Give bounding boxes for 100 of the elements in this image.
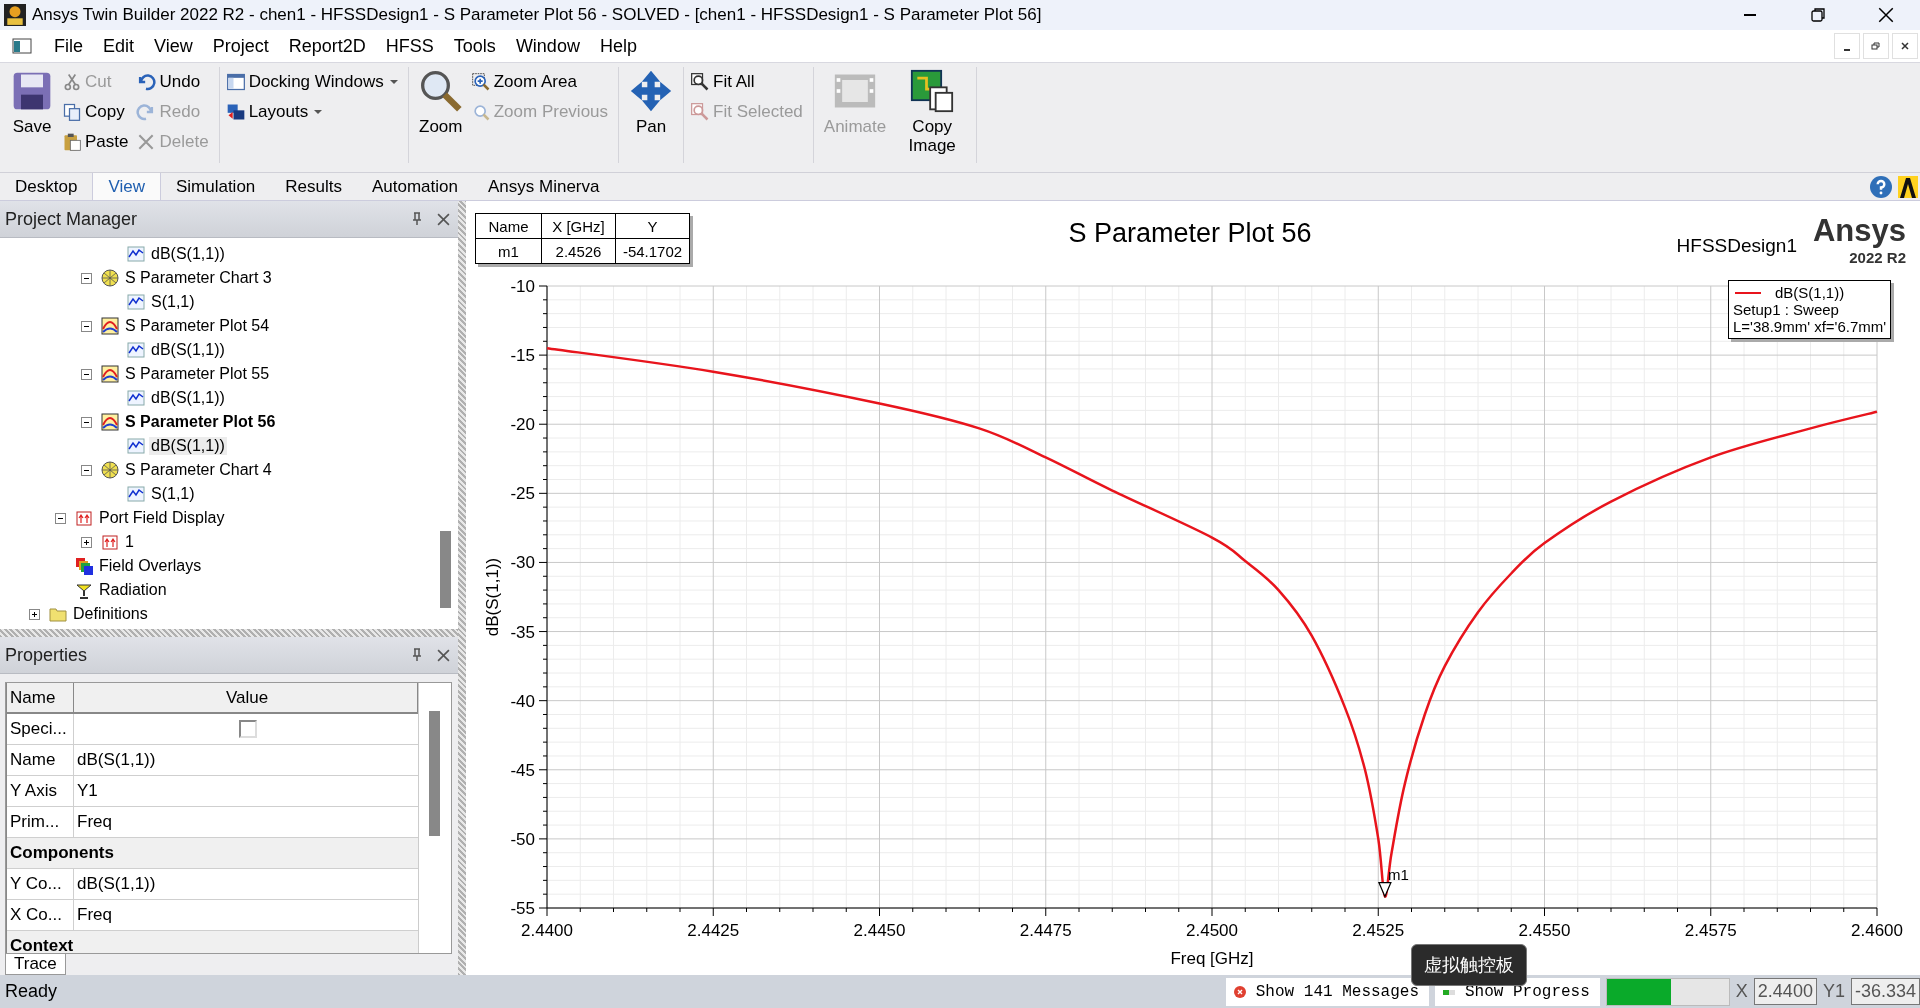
magnifier-icon [418, 69, 463, 113]
ribbon-button[interactable]: Paste [62, 127, 133, 157]
restore-icon [1871, 41, 1881, 51]
table-cell: 2.4526 [542, 239, 616, 263]
menu-item[interactable]: HFSS [375, 35, 444, 57]
folder-icon [49, 605, 67, 623]
tree-item[interactable]: dB(S(1,1)) [149, 437, 227, 455]
tree-item[interactable]: Port Field Display [97, 509, 227, 527]
tree-item[interactable]: Radiation [97, 581, 169, 599]
menu-item[interactable]: Report2D [278, 35, 376, 57]
design-name: HFSSDesign1 [1676, 235, 1797, 256]
tree-item[interactable]: Field Overlays [97, 557, 204, 575]
tree-item[interactable]: Definitions [71, 605, 150, 623]
tick-label: -30 [510, 553, 535, 573]
ribbon-tab[interactable]: Ansys Minerva [473, 173, 615, 200]
menu-item[interactable]: Tools [443, 35, 506, 57]
overlay-icon [75, 557, 93, 575]
menu-item[interactable]: File [44, 35, 93, 57]
menu-item[interactable]: Window [505, 35, 590, 57]
tick-label: -45 [510, 760, 535, 780]
menu-item[interactable]: Help [589, 35, 647, 57]
ribbon-button[interactable]: Pan [625, 67, 678, 138]
tree-item[interactable]: S Parameter Chart 3 [123, 269, 274, 287]
ribbon-tab[interactable]: Simulation [160, 173, 271, 200]
status-text: Ready [5, 981, 58, 1002]
trace-icon [127, 245, 145, 263]
legend-label: dB(S(1,1)) [1775, 284, 1845, 301]
close-icon[interactable] [437, 212, 450, 226]
close-icon[interactable] [437, 648, 450, 662]
tick-label: -50 [510, 829, 535, 849]
restore-icon [1810, 7, 1826, 23]
property-name: Y Co... [7, 869, 74, 899]
antenna-icon [75, 581, 93, 599]
table-header: X [GHz] [542, 214, 616, 238]
ribbon-tab[interactable]: View [92, 173, 161, 200]
marker-label: m1 [1387, 865, 1409, 883]
tree-item[interactable]: S Parameter Plot 56 [123, 413, 278, 431]
expander-icon[interactable] [81, 272, 92, 284]
property-value: Freq [76, 904, 113, 926]
pin-icon[interactable] [411, 212, 423, 226]
tick-label: -20 [510, 415, 535, 435]
tick-label: 2.4600 [1851, 921, 1903, 940]
menu-item[interactable]: Project [202, 35, 279, 57]
expander-icon[interactable] [81, 368, 92, 380]
ribbon-button[interactable]: Undo [136, 67, 213, 97]
smith-chart-icon [101, 269, 119, 287]
tree-item[interactable]: S Parameter Chart 4 [123, 461, 274, 479]
menu-item[interactable]: View [144, 35, 203, 57]
ribbon-button[interactable]: Save [6, 67, 58, 138]
ribbon-tab[interactable]: Results [270, 173, 357, 200]
tree-item[interactable]: dB(S(1,1)) [149, 389, 227, 407]
expander-icon[interactable] [55, 512, 66, 524]
menu-item[interactable]: Edit [93, 35, 145, 57]
ribbon-button[interactable]: Docking Windows [225, 67, 402, 97]
copy-icon [62, 102, 82, 122]
ribbon-tab[interactable]: Desktop [0, 173, 93, 200]
panel-tab[interactable]: Trace [5, 954, 66, 975]
ribbon-button[interactable]: Zoom [414, 67, 467, 138]
tooltip: 虚拟触控板 [1411, 944, 1527, 986]
ribbon-button[interactable]: Layouts [225, 97, 402, 127]
error-icon [1233, 985, 1246, 998]
expander-icon[interactable] [81, 320, 92, 332]
tree-item[interactable]: S Parameter Plot 55 [123, 365, 272, 383]
ribbon-button[interactable]: Zoom Area [470, 67, 613, 97]
tree-item[interactable]: dB(S(1,1)) [149, 341, 227, 359]
tree-item[interactable]: S Parameter Plot 54 [123, 317, 272, 335]
tick-label: -40 [510, 691, 535, 711]
undo-icon [136, 72, 157, 92]
clipboard-icon [62, 132, 82, 152]
ribbon-button[interactable]: Copy [62, 97, 133, 127]
table-header: Name [476, 214, 542, 238]
table-cell: m1 [476, 239, 542, 263]
ribbon-button[interactable]: Copy Image [894, 67, 971, 157]
tree-item[interactable]: S(1,1) [149, 293, 197, 311]
close-button[interactable] [1892, 33, 1918, 59]
legend-text: Setup1 : Sweep [1733, 301, 1840, 318]
document-icon [12, 38, 32, 54]
version-label: 2022 R2 [1849, 249, 1906, 266]
tick-label: 2.4550 [1518, 921, 1571, 940]
pin-icon[interactable] [411, 648, 423, 662]
tree-item[interactable]: 1 [123, 533, 136, 551]
checkbox[interactable] [238, 720, 257, 738]
expander-icon[interactable] [81, 416, 92, 428]
tree-item[interactable]: S(1,1) [149, 485, 197, 503]
tree-item[interactable]: dB(S(1,1)) [149, 245, 227, 263]
ribbon-tab[interactable]: Automation [357, 173, 473, 200]
expander-icon[interactable] [29, 608, 40, 620]
panel-title: Properties [5, 644, 88, 666]
expander-icon[interactable] [81, 536, 92, 548]
plot-icon [101, 365, 119, 383]
tick-label: -55 [510, 899, 535, 918]
close-icon [1877, 6, 1895, 24]
ribbon-button[interactable]: Fit All [690, 67, 807, 97]
tick-label: 2.4425 [687, 921, 740, 940]
expander-icon[interactable] [81, 464, 92, 476]
minimize-icon [1744, 14, 1756, 16]
messages-button[interactable]: Show 141 Messages [1225, 977, 1429, 1006]
column-header: Value [74, 683, 418, 712]
axis-label: Freq [GHz] [1170, 949, 1254, 968]
help-icon[interactable] [1870, 175, 1892, 198]
